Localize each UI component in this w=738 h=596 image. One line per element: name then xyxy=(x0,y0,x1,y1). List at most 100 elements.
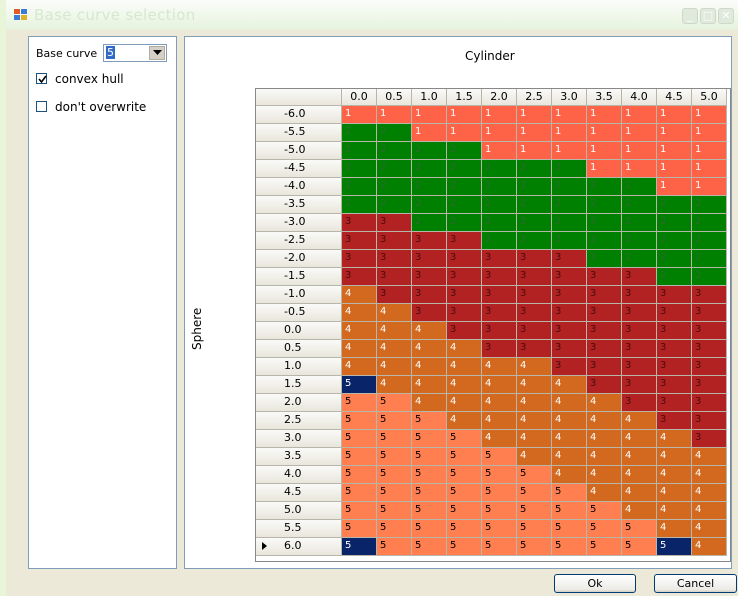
grid-cell[interactable]: 2 xyxy=(692,214,727,232)
column-header[interactable]: 4.5 xyxy=(657,89,692,106)
grid-cell[interactable]: 4 xyxy=(412,340,447,358)
grid-cell[interactable]: 4 xyxy=(482,394,517,412)
grid-cell[interactable]: 2 xyxy=(482,214,517,232)
grid-cell[interactable]: 3 xyxy=(342,214,377,232)
row-header[interactable]: -0.5 xyxy=(256,304,342,322)
grid-cell[interactable]: 4 xyxy=(482,358,517,376)
row-header[interactable]: -1.5 xyxy=(256,268,342,286)
grid-cell[interactable]: 3 xyxy=(657,394,692,412)
row-header[interactable]: 2.5 xyxy=(256,412,342,430)
row-header[interactable]: 3.5 xyxy=(256,448,342,466)
column-header[interactable]: 1.0 xyxy=(412,89,447,106)
close-button[interactable]: ✕ xyxy=(718,8,734,24)
grid-cell[interactable]: 2 xyxy=(657,232,692,250)
grid-cell[interactable]: 5 xyxy=(342,412,377,430)
grid-cell[interactable]: 2 xyxy=(622,250,657,268)
grid-cell[interactable]: 1 xyxy=(587,142,622,160)
grid-cell[interactable]: 1 xyxy=(587,160,622,178)
grid-cell[interactable]: 2 xyxy=(692,268,727,286)
row-header[interactable]: -3.5 xyxy=(256,196,342,214)
grid-cell[interactable]: 3 xyxy=(482,322,517,340)
grid-cell[interactable]: 1 xyxy=(412,124,447,142)
grid-cell[interactable]: 4 xyxy=(622,466,657,484)
grid-cell[interactable]: 2 xyxy=(622,178,657,196)
grid-cell[interactable]: 3 xyxy=(517,340,552,358)
grid-cell[interactable]: 2 xyxy=(587,214,622,232)
grid-cell[interactable]: 4 xyxy=(447,376,482,394)
grid-cell[interactable]: 3 xyxy=(412,268,447,286)
grid-cell[interactable]: 5 xyxy=(482,448,517,466)
grid-cell[interactable]: 4 xyxy=(622,412,657,430)
grid-cell[interactable]: 5 xyxy=(412,502,447,520)
grid-cell[interactable]: 4 xyxy=(342,358,377,376)
grid-cell[interactable]: 3 xyxy=(587,340,622,358)
grid-cell[interactable]: 5 xyxy=(377,394,412,412)
grid-cell[interactable]: 2 xyxy=(482,160,517,178)
grid-cell[interactable]: 1 xyxy=(587,106,622,124)
grid-cell[interactable]: 1 xyxy=(657,142,692,160)
grid-cell[interactable]: 5 xyxy=(447,502,482,520)
grid-cell[interactable]: 3 xyxy=(587,268,622,286)
grid-cell[interactable]: 5 xyxy=(342,466,377,484)
grid-cell[interactable]: 5 xyxy=(412,412,447,430)
grid-cell[interactable]: 2 xyxy=(342,160,377,178)
grid-cell[interactable]: 1 xyxy=(517,106,552,124)
grid-cell[interactable]: 2 xyxy=(692,250,727,268)
grid-cell[interactable]: 1 xyxy=(482,124,517,142)
grid-cell[interactable]: 1 xyxy=(552,142,587,160)
dont-overwrite-checkbox[interactable]: don't overwrite xyxy=(36,100,146,114)
grid-cell[interactable]: 5 xyxy=(342,538,377,556)
grid-cell[interactable]: 5 xyxy=(412,448,447,466)
grid-cell[interactable]: 3 xyxy=(517,250,552,268)
grid-cell[interactable]: 2 xyxy=(412,142,447,160)
grid-cell[interactable]: 4 xyxy=(552,394,587,412)
grid-cell[interactable]: 1 xyxy=(657,178,692,196)
base-curve-grid[interactable]: 0.0 0.5 1.0 1.5 2.0 2.5 3.0 3.5 4.0 4.5 5.0 -6.0 1 1 1… xyxy=(255,88,731,562)
grid-cell[interactable]: 1 xyxy=(692,178,727,196)
grid-cell[interactable]: 4 xyxy=(657,466,692,484)
column-header[interactable]: 1.5 xyxy=(447,89,482,106)
grid-cell[interactable]: 2 xyxy=(412,160,447,178)
row-header[interactable]: 3.0 xyxy=(256,430,342,448)
row-header[interactable]: 1.0 xyxy=(256,358,342,376)
grid-cell[interactable]: 3 xyxy=(622,358,657,376)
grid-cell[interactable]: 3 xyxy=(517,286,552,304)
row-header[interactable]: -4.5 xyxy=(256,160,342,178)
column-header[interactable]: 4.0 xyxy=(622,89,657,106)
row-header[interactable]: 4.5 xyxy=(256,484,342,502)
grid-cell[interactable]: 5 xyxy=(482,502,517,520)
column-header[interactable]: 2.0 xyxy=(482,89,517,106)
grid-cell[interactable]: 3 xyxy=(622,268,657,286)
dropdown-arrow-button[interactable] xyxy=(149,46,165,60)
grid-cell[interactable]: 3 xyxy=(447,304,482,322)
grid-cell[interactable]: 5 xyxy=(342,430,377,448)
grid-cell[interactable]: 2 xyxy=(587,178,622,196)
grid-cell[interactable]: 3 xyxy=(622,376,657,394)
grid-cell[interactable]: 1 xyxy=(657,160,692,178)
grid-cell[interactable]: 2 xyxy=(377,196,412,214)
grid-cell[interactable]: 2 xyxy=(482,196,517,214)
grid-cell[interactable]: 3 xyxy=(622,322,657,340)
row-header[interactable]: -4.0 xyxy=(256,178,342,196)
column-header[interactable]: 3.5 xyxy=(587,89,622,106)
grid-cell[interactable]: 2 xyxy=(377,124,412,142)
grid-cell[interactable]: 3 xyxy=(692,322,727,340)
grid-cell[interactable]: 5 xyxy=(552,502,587,520)
grid-cell[interactable]: 4 xyxy=(447,394,482,412)
grid-cell[interactable]: 1 xyxy=(692,124,727,142)
minimize-button[interactable]: _ xyxy=(682,8,698,24)
grid-cell[interactable]: 4 xyxy=(622,484,657,502)
grid-cell[interactable]: 2 xyxy=(517,214,552,232)
grid-cell[interactable]: 5 xyxy=(482,466,517,484)
grid-cell[interactable]: 2 xyxy=(587,250,622,268)
grid-cell[interactable]: 4 xyxy=(447,340,482,358)
grid-cell[interactable]: 5 xyxy=(342,520,377,538)
grid-cell[interactable]: 5 xyxy=(517,466,552,484)
grid-cell[interactable]: 5 xyxy=(342,484,377,502)
grid-cell[interactable]: 1 xyxy=(692,106,727,124)
grid-cell[interactable]: 1 xyxy=(412,106,447,124)
grid-cell[interactable]: 2 xyxy=(692,232,727,250)
grid-cell[interactable]: 4 xyxy=(552,376,587,394)
row-header[interactable]: -6.0 xyxy=(256,106,342,124)
grid-cell[interactable]: 3 xyxy=(342,268,377,286)
